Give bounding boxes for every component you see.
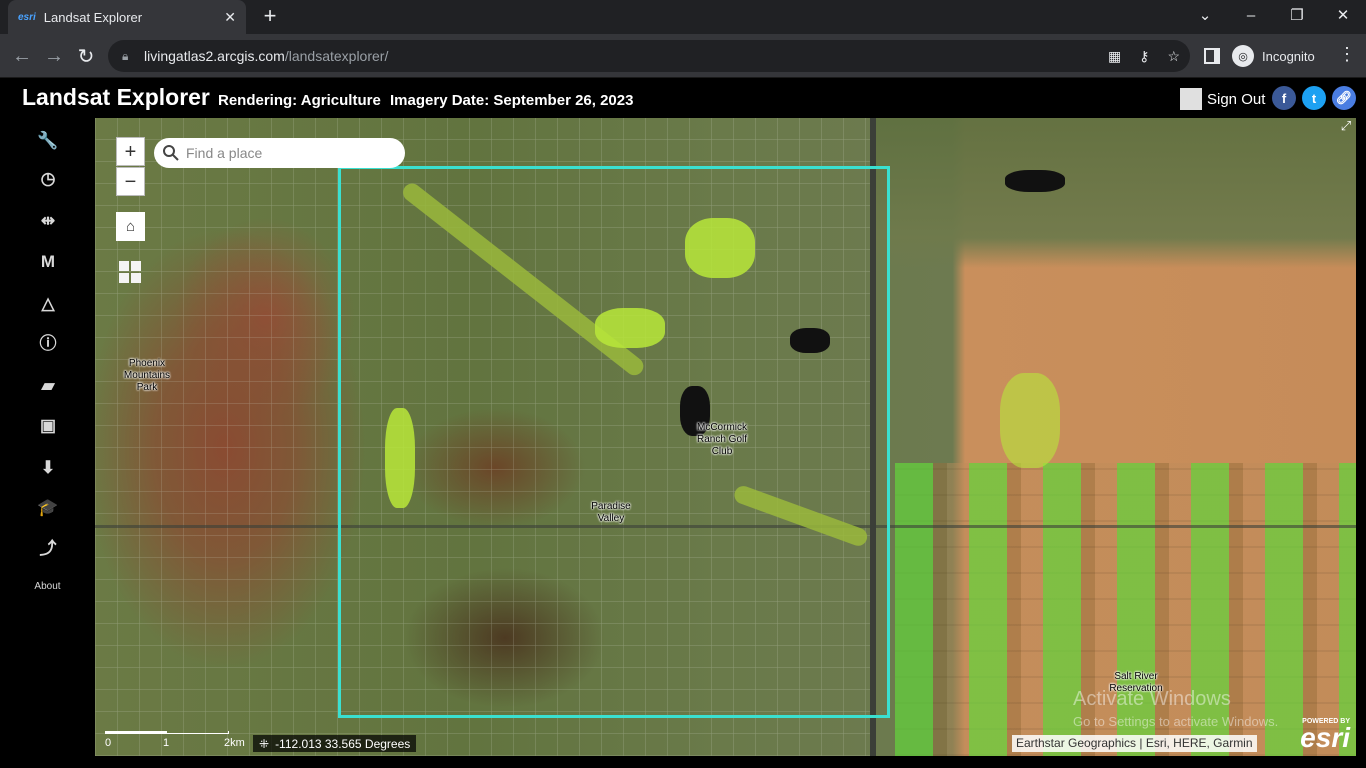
sign-out-button[interactable]: Sign Out <box>1180 88 1265 110</box>
incognito-indicator[interactable]: ◎ Incognito <box>1232 41 1315 71</box>
close-window-button[interactable]: ✕ <box>1320 0 1366 30</box>
browser-tab[interactable]: esri Landsat Explorer ✕ <box>8 0 246 34</box>
forward-icon[interactable]: → <box>40 42 68 70</box>
scale-tick-1: 1 <box>163 737 170 749</box>
incognito-label: Incognito <box>1262 48 1315 64</box>
new-tab-button[interactable]: + <box>258 4 282 28</box>
app-header: Landsat Explorer Rendering: Agriculture … <box>0 78 1366 118</box>
home-icon: ⌂ <box>125 218 136 235</box>
map-label-phoenix-mountains: Phoenix Mountains Park <box>123 358 171 393</box>
crosshair-icon: ⁜ <box>259 736 270 751</box>
app-title: Landsat Explorer <box>22 84 210 110</box>
northeast-city-area <box>870 118 1356 268</box>
zoom-in-button[interactable]: + <box>116 137 145 166</box>
back-icon[interactable]: ← <box>8 42 36 70</box>
tool-rail: 🔧 ◷ ⇹ M △ ⓘ ▰ ▣ ⬇ 🎓 ⤴ About <box>0 118 95 758</box>
address-bar[interactable]: 🔒︎ livingatlas2.arcgis.com/landsatexplor… <box>108 40 1190 72</box>
coordinate-text: -112.013 33.565 Degrees <box>275 736 411 751</box>
m-icon[interactable]: M <box>37 251 59 273</box>
sign-out-label: Sign Out <box>1207 90 1266 108</box>
download-icon[interactable]: ⬇ <box>37 457 59 479</box>
url-host: livingatlas2.arcgis.com <box>144 48 285 64</box>
user-avatar-icon <box>1180 88 1202 110</box>
close-tab-icon[interactable]: ✕ <box>224 9 236 26</box>
minimize-button[interactable]: – <box>1228 0 1274 30</box>
reload-icon[interactable]: ↻ <box>72 42 100 70</box>
esri-wordmark: esri <box>1300 722 1350 753</box>
windows-watermark-sub: Go to Settings to activate Windows. <box>1073 714 1279 729</box>
scale-tick-2: 2km <box>224 737 245 749</box>
qr-code-icon[interactable]: ▦ <box>1108 48 1121 65</box>
lock-icon: 🔒︎ <box>122 48 129 63</box>
about-link[interactable]: About <box>0 581 95 592</box>
tab-title: Landsat Explorer <box>43 9 143 25</box>
browser-menu-icon[interactable]: ⋮ <box>1338 44 1356 65</box>
restore-button[interactable]: ❐ <box>1274 0 1320 30</box>
save-icon[interactable]: ▣ <box>37 415 59 437</box>
map-view[interactable]: Phoenix Mountains Park McCormick Ranch G… <box>95 118 1356 756</box>
basemap-toggle-button[interactable] <box>119 261 141 283</box>
link-icon[interactable]: 🔗︎ <box>1332 86 1356 110</box>
browser-toolbar: ← → ↻ 🔒︎ livingatlas2.arcgis.com/landsat… <box>0 34 1366 78</box>
esri-logo-icon[interactable]: ⤴ <box>37 538 59 560</box>
zoom-out-button[interactable]: − <box>116 167 145 196</box>
rendering-label: Rendering: Agriculture <box>218 92 381 109</box>
home-button[interactable]: ⌂ <box>116 212 145 241</box>
graduation-cap-icon[interactable]: 🎓 <box>37 497 59 519</box>
bookmark-star-icon[interactable]: ☆ <box>1167 48 1180 65</box>
triangle-icon[interactable]: △ <box>37 293 59 315</box>
info-icon[interactable]: ⓘ <box>37 333 59 355</box>
book-icon[interactable]: ▰ <box>37 375 59 397</box>
side-panel-icon[interactable] <box>1204 48 1220 64</box>
area-of-interest-outline[interactable] <box>338 166 890 718</box>
golf-course <box>1000 373 1060 468</box>
incognito-icon: ◎ <box>1232 45 1254 67</box>
fullscreen-icon[interactable]: ⤢ <box>1336 118 1356 136</box>
farm-fields <box>895 463 1356 756</box>
esri-favicon-icon: esri <box>18 11 36 23</box>
coordinate-readout: ⁜ -112.013 33.565 Degrees <box>253 735 417 752</box>
place-search[interactable]: Find a place <box>154 138 405 168</box>
windows-watermark-title: Activate Windows <box>1073 688 1231 710</box>
lake <box>1005 170 1065 192</box>
esri-logo: POWERED BY esri <box>1300 718 1350 753</box>
twitter-icon[interactable]: t <box>1302 86 1326 110</box>
clock-icon[interactable]: ◷ <box>37 168 59 190</box>
swipe-icon[interactable]: ⇹ <box>37 210 59 232</box>
key-icon[interactable]: ⚷ <box>1139 48 1149 65</box>
url-path: /landsatexplorer/ <box>284 48 389 64</box>
wrench-icon[interactable]: 🔧 <box>37 130 59 152</box>
map-label-paradise-valley: Paradise Valley <box>591 501 631 524</box>
map-attribution[interactable]: Earthstar Geographics | Esri, HERE, Garm… <box>1012 735 1257 752</box>
imagery-date-label: Imagery Date: September 26, 2023 <box>390 92 634 109</box>
search-placeholder: Find a place <box>186 145 263 161</box>
browser-tab-bar: esri Landsat Explorer ✕ + ⌄ – ❐ ✕ <box>0 0 1366 34</box>
tab-search-icon[interactable]: ⌄ <box>1182 0 1228 30</box>
scale-tick-0: 0 <box>105 737 112 749</box>
facebook-icon[interactable]: f <box>1272 86 1296 110</box>
map-label-mccormick: McCormick Ranch Golf Club <box>696 422 748 457</box>
search-icon <box>162 144 180 162</box>
